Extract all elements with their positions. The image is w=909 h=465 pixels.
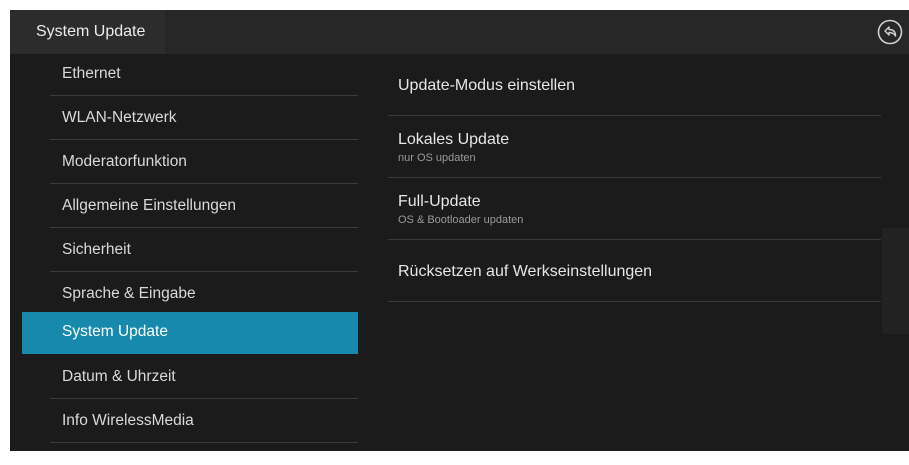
sidebar-item-label: System Update <box>62 323 168 340</box>
option-factory-reset[interactable]: Rücksetzen auf Werkseinstellungen <box>388 241 881 302</box>
sidebar-item-language-input[interactable]: Sprache & Eingabe <box>22 274 358 316</box>
divider <box>50 139 358 140</box>
sidebar-item-label: Ethernet <box>62 65 121 82</box>
option-title: Rücksetzen auf Werkseinstellungen <box>398 263 653 280</box>
divider <box>50 398 358 399</box>
sidebar-item-label: Info WirelessMedia <box>62 412 194 429</box>
option-update-mode[interactable]: Update-Modus einstellen <box>388 54 881 116</box>
option-title: Full-Update <box>398 193 481 210</box>
sidebar-item-label: Sicherheit <box>62 241 131 258</box>
divider <box>50 442 358 443</box>
sidebar-item-security[interactable]: Sicherheit <box>22 230 358 272</box>
option-subtitle: nur OS updaten <box>398 152 476 164</box>
back-button[interactable] <box>877 19 903 45</box>
sidebar-item-wlan[interactable]: WLAN-Netzwerk <box>22 98 358 140</box>
sidebar-item-date-time[interactable]: Datum & Uhrzeit <box>22 357 358 399</box>
sidebar-item-system-update[interactable]: System Update <box>22 312 358 354</box>
sidebar-item-label: Allgemeine Einstellungen <box>62 197 237 214</box>
sidebar-item-info[interactable]: Info WirelessMedia <box>22 401 358 443</box>
divider <box>388 115 881 116</box>
back-arrow-icon <box>877 19 903 45</box>
sidebar-item-ethernet[interactable]: Ethernet <box>22 54 358 96</box>
option-title: Lokales Update <box>398 131 510 148</box>
sidebar-item-label: WLAN-Netzwerk <box>62 109 177 126</box>
settings-screen: System Update Ethernet WLAN-Netzwerk Mod… <box>10 10 909 451</box>
divider <box>50 183 358 184</box>
sidebar-item-label: Datum & Uhrzeit <box>62 368 176 385</box>
option-full-update[interactable]: Full-Update OS & Bootloader updaten <box>388 179 881 240</box>
divider <box>388 301 881 302</box>
scrollbar[interactable] <box>882 228 909 334</box>
title-bar: System Update <box>10 10 909 54</box>
divider <box>388 239 881 240</box>
option-title: Update-Modus einstellen <box>398 77 575 94</box>
sidebar-item-general-settings[interactable]: Allgemeine Einstellungen <box>22 186 358 228</box>
sidebar-item-label: Moderatorfunktion <box>62 153 187 170</box>
divider <box>50 271 358 272</box>
divider <box>388 177 881 178</box>
divider <box>50 227 358 228</box>
page-title: System Update <box>36 23 146 40</box>
sidebar-item-moderator[interactable]: Moderatorfunktion <box>22 142 358 184</box>
divider <box>50 95 358 96</box>
settings-sidebar: Ethernet WLAN-Netzwerk Moderatorfunktion… <box>22 54 358 451</box>
sidebar-item-label: Sprache & Eingabe <box>62 285 196 302</box>
title-area: System Update <box>10 10 165 54</box>
update-options-panel: Update-Modus einstellen Lokales Update n… <box>388 54 881 451</box>
option-subtitle: OS & Bootloader updaten <box>398 214 524 226</box>
option-local-update[interactable]: Lokales Update nur OS updaten <box>388 117 881 178</box>
